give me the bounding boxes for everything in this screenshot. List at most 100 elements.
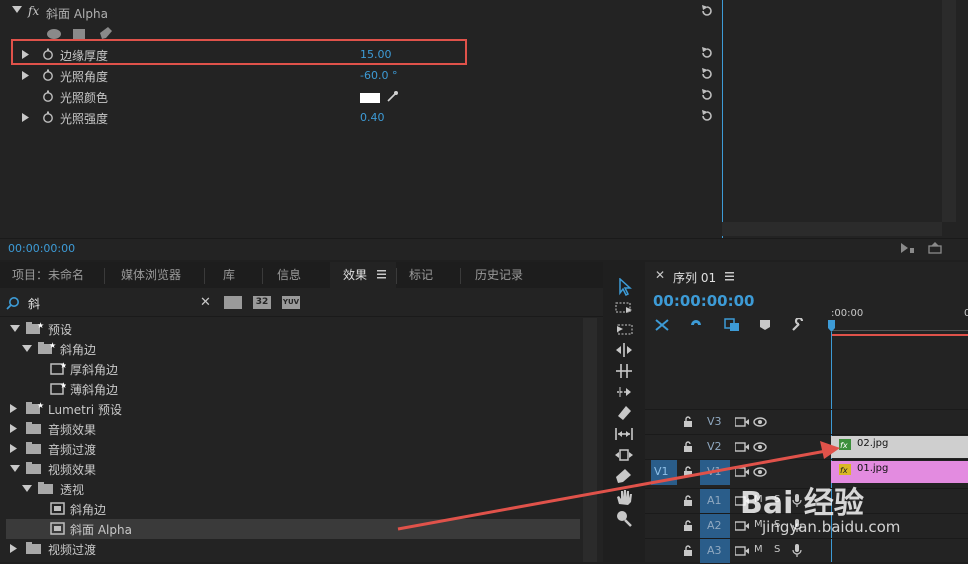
lock-icon[interactable] (683, 520, 693, 532)
ruler[interactable] (831, 322, 968, 331)
eyedropper-icon[interactable] (386, 90, 399, 103)
tab-history[interactable]: 历史记录 (475, 262, 523, 288)
ripple-edit-tool-icon[interactable] (614, 320, 634, 338)
tab-library[interactable]: 库 (223, 262, 235, 288)
tree-folder-video-transitions[interactable]: 视频过渡 (6, 539, 580, 559)
color-swatch[interactable] (360, 93, 380, 103)
scrollbar-vertical[interactable] (583, 318, 597, 562)
expand-triangle-icon[interactable] (22, 71, 29, 80)
lock-icon[interactable] (683, 441, 693, 453)
reset-icon[interactable] (700, 88, 714, 102)
clip-02[interactable]: fx 02.jpg (831, 436, 968, 458)
property-row[interactable]: 光照强度 0.40 (0, 107, 720, 128)
tab-effects[interactable]: 效果 (343, 262, 367, 288)
tab-markers[interactable]: 标记 (409, 262, 433, 288)
ec-timecode[interactable]: 00:00:00:00 (8, 242, 75, 255)
tree-label: 透视 (60, 483, 85, 497)
slide-tool-icon[interactable] (614, 446, 634, 464)
tab-media-browser[interactable]: 媒体浏览器 (121, 262, 181, 288)
sync-lock-icon[interactable] (735, 417, 749, 427)
sync-lock-icon[interactable] (735, 546, 749, 556)
expand-triangle-icon[interactable] (22, 113, 29, 122)
sync-lock-icon[interactable] (735, 467, 749, 477)
stopwatch-icon[interactable] (42, 111, 54, 123)
stopwatch-icon[interactable] (42, 69, 54, 81)
hand-tool-icon[interactable] (614, 488, 634, 506)
track-v3[interactable]: V3 (645, 409, 968, 435)
sequence-tab[interactable]: 序列 01 (673, 269, 716, 286)
razor-tool-icon[interactable] (614, 404, 634, 422)
fx-badge[interactable]: fx (28, 4, 39, 18)
eye-icon[interactable] (753, 417, 767, 427)
tab-project[interactable]: 项目：未命名 (12, 262, 84, 288)
timeline-timecode[interactable]: 00:00:00:00 (653, 292, 755, 310)
rolling-edit-tool-icon[interactable] (614, 341, 634, 359)
collapse-triangle-icon[interactable] (12, 6, 22, 14)
reset-icon[interactable] (700, 109, 714, 123)
tree-folder-lumetri[interactable]: ★ Lumetri 预设 (6, 399, 580, 419)
microphone-icon[interactable] (792, 544, 802, 558)
tree-item-thin-bevel[interactable]: ★ 薄斜角边 (6, 379, 580, 399)
tree-item-thick-bevel[interactable]: ★ 厚斜角边 (6, 359, 580, 379)
32bit-filter-badge[interactable]: 32 (253, 296, 271, 309)
nest-insert-icon[interactable] (654, 318, 670, 332)
lock-icon[interactable] (683, 495, 693, 507)
tab-info[interactable]: 信息 (277, 262, 301, 288)
reset-icon[interactable] (700, 46, 714, 60)
yuv-filter-badge[interactable]: YUV (282, 296, 300, 309)
tree-item-bevel-edges[interactable]: 斜角边 (6, 499, 580, 519)
tree-folder-audio-effects[interactable]: 音频效果 (6, 419, 580, 439)
property-row[interactable]: 光照颜色 (0, 86, 720, 107)
accelerated-effects-icon[interactable] (224, 296, 242, 309)
sync-lock-icon[interactable] (735, 521, 749, 531)
effect-controls-panel: fx 斜面 Alpha 边缘厚度 15.00 光照角度 -60.0 ° 光照颜色 (0, 0, 968, 260)
tree-label: 预设 (48, 323, 73, 337)
track-select-tool-icon[interactable] (614, 299, 634, 317)
scrollbar-horizontal[interactable] (722, 222, 942, 236)
zoom-tool-icon[interactable] (614, 509, 634, 527)
tree-folder-audio-transitions[interactable]: 音频过渡 (6, 439, 580, 459)
panel-menu-icon[interactable] (377, 270, 386, 279)
tree-folder-perspective[interactable]: 透视 (6, 479, 580, 499)
close-tab-icon[interactable]: ✕ (655, 268, 665, 282)
track-v2[interactable]: V2 fx 02.jpg (645, 434, 968, 460)
export-icon[interactable] (928, 242, 942, 254)
work-area-bar[interactable] (831, 334, 968, 336)
eye-icon[interactable] (753, 467, 767, 477)
snap-icon[interactable] (688, 318, 704, 332)
playhead-icon[interactable] (828, 320, 835, 332)
solo-button[interactable]: S (774, 544, 780, 555)
property-value[interactable]: 0.40 (360, 111, 385, 124)
panel-menu-icon[interactable] (725, 272, 734, 281)
tree-folder-bevel[interactable]: ★ 斜角边 (6, 339, 580, 359)
add-marker-icon[interactable] (759, 319, 771, 331)
slip-tool-icon[interactable] (614, 425, 634, 443)
multi-track-tool-icon[interactable] (614, 383, 634, 401)
lock-icon[interactable] (683, 545, 693, 557)
preset-folder-icon: ★ (38, 341, 56, 354)
property-row[interactable]: 光照角度 -60.0 ° (0, 65, 720, 86)
linked-selection-icon[interactable] (724, 318, 740, 332)
reset-icon[interactable] (700, 4, 714, 18)
selection-tool-icon[interactable] (614, 278, 634, 296)
scrollbar-vertical[interactable] (942, 0, 956, 222)
play-audio-icon[interactable] (900, 242, 914, 254)
fx-badge-icon: fx (839, 439, 851, 450)
wrench-icon[interactable] (790, 318, 806, 332)
clear-search-icon[interactable]: ✕ (200, 295, 211, 310)
mute-button[interactable]: M (754, 544, 763, 555)
tree-folder-video-effects[interactable]: 视频效果 (6, 459, 580, 479)
lock-icon[interactable] (683, 416, 693, 428)
property-value[interactable]: -60.0 ° (360, 69, 397, 82)
tree-folder-presets[interactable]: ★ 预设 (6, 319, 580, 339)
search-input[interactable]: 斜 (28, 295, 40, 312)
tree-item-bevel-alpha[interactable]: 斜面 Alpha (6, 519, 580, 539)
rate-stretch-tool-icon[interactable] (614, 362, 634, 380)
eye-icon[interactable] (753, 442, 767, 452)
sync-lock-icon[interactable] (735, 442, 749, 452)
reset-icon[interactable] (700, 67, 714, 81)
lock-icon[interactable] (683, 466, 693, 478)
track-a3[interactable]: A3 M S (645, 538, 968, 564)
pen-tool-icon[interactable] (614, 467, 634, 485)
stopwatch-icon[interactable] (42, 90, 54, 102)
